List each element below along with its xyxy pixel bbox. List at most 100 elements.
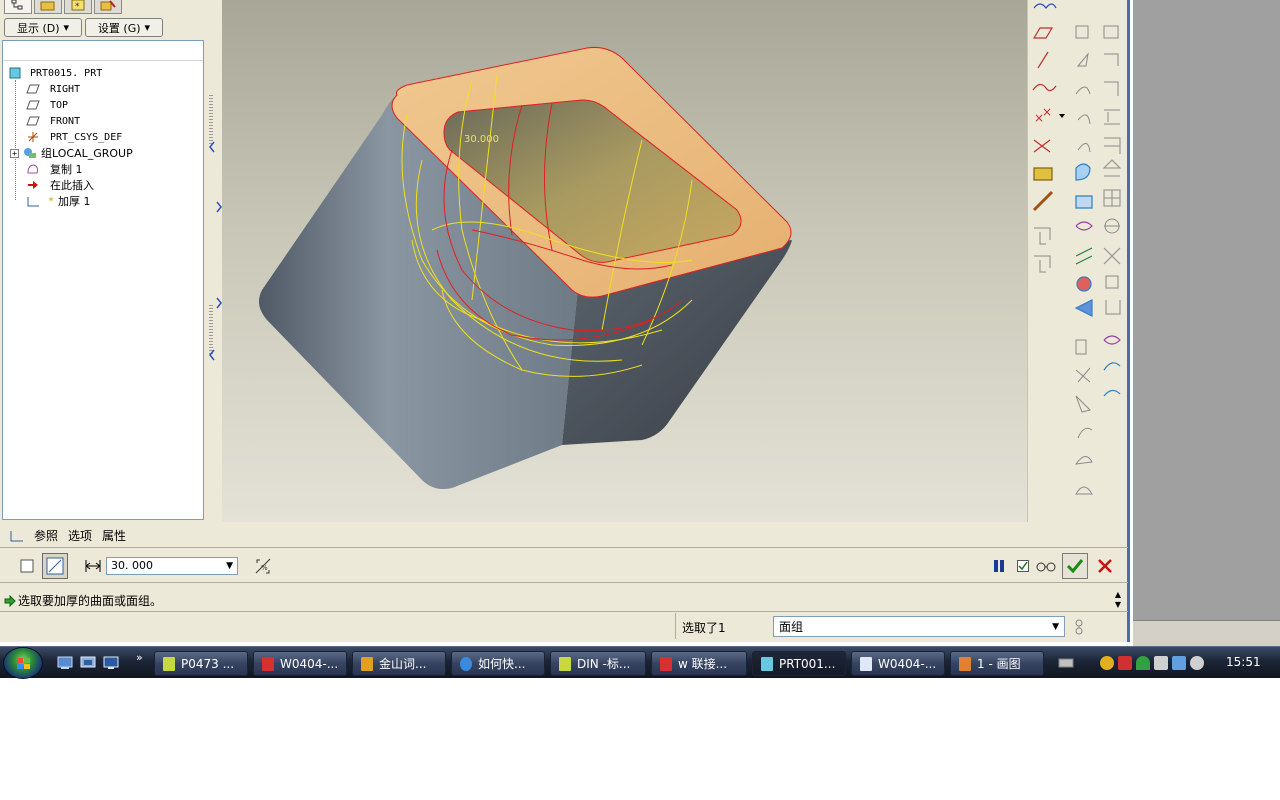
antivirus-icon[interactable] xyxy=(1118,656,1132,670)
tree-item-label: PRT_CSYS_DEF xyxy=(50,131,123,143)
taskbar-item-label: W0404-... xyxy=(878,656,937,671)
tab-options[interactable]: 选项 xyxy=(68,527,92,544)
panel-splitter[interactable] xyxy=(206,0,222,522)
flip-direction-button[interactable]: % xyxy=(250,553,276,579)
tree-item-label: RIGHT xyxy=(50,83,81,95)
chevron-down-icon[interactable]: ▼ xyxy=(226,561,233,571)
tab-references[interactable]: 参照 xyxy=(34,527,58,544)
document-icon xyxy=(860,656,872,671)
taskbar-item[interactable]: w 联接... xyxy=(651,651,747,676)
preview-checkbox[interactable] xyxy=(1012,553,1034,579)
display-menu-button[interactable]: 显示 (D) ▾ xyxy=(4,18,82,37)
arrow-right-icon xyxy=(4,594,16,607)
umbrella-icon[interactable] xyxy=(1136,656,1150,670)
tree-item-thicken[interactable]: * 加厚 1 xyxy=(26,193,91,209)
square-icon xyxy=(20,559,34,572)
expand-icon[interactable]: + xyxy=(10,148,19,158)
taskbar-item[interactable]: 金山词... xyxy=(352,651,446,676)
tree-item-label: PRT0015. PRT xyxy=(30,67,103,79)
insert-here-arrow-icon xyxy=(26,179,40,191)
taskbar-item-active[interactable]: PRT001... xyxy=(752,651,846,676)
tree-item-label: 组LOCAL_GROUP xyxy=(41,147,133,160)
volume-muted-icon[interactable] xyxy=(1190,656,1204,670)
model-tree-panel: * 显示 (D) ▾ 设置 (G) ▾ PRT0015. PRT RIGHT T… xyxy=(0,0,206,522)
tree-item-label: 加厚 1 xyxy=(58,195,91,208)
folder-browser-tab[interactable] xyxy=(34,0,62,14)
connections-tab[interactable] xyxy=(94,0,122,14)
tree-item-right[interactable]: RIGHT xyxy=(26,81,80,97)
settings-menu-button[interactable]: 设置 (G) ▾ xyxy=(85,18,163,37)
dimension-label[interactable]: 30.000 xyxy=(464,134,499,145)
monitor-icon[interactable] xyxy=(1172,656,1186,670)
tree-search-field[interactable] xyxy=(3,41,203,61)
graphics-viewport[interactable]: 30.000 xyxy=(222,0,1027,522)
start-button[interactable] xyxy=(3,647,43,679)
tree-item-top[interactable]: TOP xyxy=(26,97,68,113)
taskbar-item-label: DIN -标... xyxy=(577,657,631,671)
pause-button[interactable] xyxy=(986,553,1012,579)
thickness-value-combo[interactable]: 30. 000 ▼ xyxy=(106,556,238,575)
tree-item-csys[interactable]: PRT_CSYS_DEF xyxy=(26,129,122,145)
datum-plane-icon xyxy=(26,99,40,111)
ok-button[interactable] xyxy=(1062,552,1088,579)
glasses-preview-icon[interactable] xyxy=(1034,553,1058,579)
flip-direction-icon: % xyxy=(255,558,271,573)
pause-icon xyxy=(994,559,1004,572)
checkbox-checked-icon xyxy=(1017,559,1029,572)
tree-item-label: FRONT xyxy=(50,115,81,127)
model-tree-tab[interactable] xyxy=(4,0,32,14)
taskbar-item[interactable]: P0473 ... xyxy=(154,651,248,676)
connections-icon xyxy=(100,0,116,11)
folder-icon xyxy=(40,1,55,11)
chevron-down-icon[interactable]: ▼ xyxy=(1052,622,1059,632)
taskbar-item[interactable]: 如何快... xyxy=(451,651,545,676)
favorites-tab[interactable]: * xyxy=(64,0,92,14)
fill-solid-button[interactable] xyxy=(14,553,40,579)
switch-windows-icon[interactable] xyxy=(80,656,96,670)
computer-icon[interactable] xyxy=(103,656,119,670)
arrow-up-icon[interactable]: ▲ xyxy=(1115,590,1121,600)
tree-item-front[interactable]: FRONT xyxy=(26,113,80,129)
display-menu-label: 显示 (D) xyxy=(16,21,60,35)
arrow-down-icon[interactable]: ▼ xyxy=(1115,600,1121,610)
tree-item-copy[interactable]: 复制 1 xyxy=(26,161,83,177)
tree-item-insert-here[interactable]: 在此插入 xyxy=(26,177,94,193)
browser-icon xyxy=(460,656,472,671)
thickness-value: 30. 000 xyxy=(111,559,153,572)
part-model-render xyxy=(258,47,792,489)
tab-properties[interactable]: 属性 xyxy=(102,527,126,544)
document-icon xyxy=(559,656,571,671)
taskbar-item[interactable]: DIN -标... xyxy=(550,651,646,676)
dictionary-icon xyxy=(361,656,373,671)
selection-filter-combo[interactable]: 面组 ▼ xyxy=(773,616,1065,637)
taskbar-item[interactable]: W0404-... xyxy=(253,651,347,676)
keyboard-icon[interactable] xyxy=(1058,656,1074,670)
taskbar-item[interactable]: W0404-... xyxy=(851,651,945,676)
chevron-down-icon[interactable] xyxy=(1058,112,1066,120)
cancel-button[interactable] xyxy=(1092,553,1118,579)
thickness-dimension-icon xyxy=(80,553,106,579)
overflow-chevron-icon[interactable]: » xyxy=(136,651,143,664)
paint-icon xyxy=(959,656,971,671)
chevron-left-icon[interactable] xyxy=(208,140,216,154)
prompt-message: 选取要加厚的曲面或面组。 xyxy=(18,594,163,608)
csys-icon xyxy=(26,131,40,143)
message-area: 选取要加厚的曲面或面组。 ▲ ▼ xyxy=(0,590,1128,612)
tree-item-root[interactable]: PRT0015. PRT xyxy=(8,65,102,81)
chevron-left-icon[interactable] xyxy=(208,348,216,362)
network-icon[interactable] xyxy=(1154,656,1168,670)
proe-window: * 显示 (D) ▾ 设置 (G) ▾ PRT0015. PRT RIGHT T… xyxy=(0,0,1130,642)
taskbar-item-label: 金山词... xyxy=(379,657,427,671)
thicken-surface-button[interactable] xyxy=(42,552,68,579)
taskbar-item-label: w 联接... xyxy=(678,657,728,671)
tree-item-local-group[interactable]: + 组LOCAL_GROUP xyxy=(10,145,133,161)
message-scrollbar[interactable]: ▲ ▼ xyxy=(1112,590,1124,612)
svg-text:*: * xyxy=(75,2,80,11)
tree-item-label: 在此插入 xyxy=(50,179,94,192)
show-desktop-icon[interactable] xyxy=(57,656,73,670)
filter-lock-icon[interactable] xyxy=(1068,616,1090,638)
splitter-grip xyxy=(209,95,213,145)
qq-icon[interactable] xyxy=(1100,656,1114,670)
clock[interactable]: 15:51 xyxy=(1226,655,1261,669)
taskbar-item[interactable]: 1 - 画图 xyxy=(950,651,1044,676)
